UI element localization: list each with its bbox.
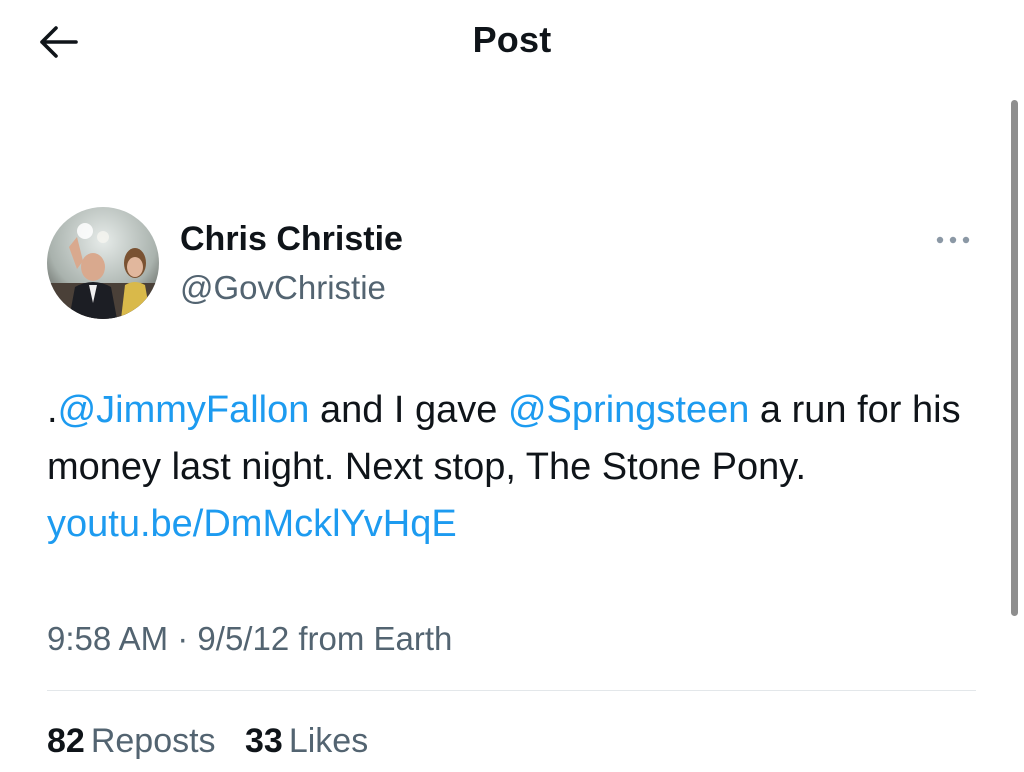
reposts-stat[interactable]: 82 Reposts [47,719,216,763]
author-handle[interactable]: @GovChristie [180,268,386,308]
tweet-source: from Earth [298,620,453,657]
likes-count: 33 [245,722,283,760]
tweet-text-segment: and I gave [309,389,508,431]
reposts-count: 82 [47,722,85,760]
tweet-link[interactable]: youtu.be/DmMcklYvHqE [47,503,457,545]
avatar[interactable] [47,207,159,319]
author-row: Chris Christie @GovChristie [47,207,977,321]
scrollbar[interactable] [1011,100,1018,616]
divider [47,690,976,691]
tweet-date[interactable]: 9/5/12 [197,620,289,657]
mention-jimmyfallon[interactable]: @JimmyFallon [58,389,310,431]
profile-photo-icon [47,207,159,319]
tweet-meta: 9:58 AM · 9/5/12 from Earth [47,617,452,661]
likes-stat[interactable]: 33 Likes [245,719,368,763]
more-options-button[interactable] [931,229,975,251]
engagement-stats: 82 Reposts 33 Likes [47,719,368,763]
tweet-time[interactable]: 9:58 AM [47,620,168,657]
page-title: Post [472,19,552,60]
tweet-text: .@JimmyFallon and I gave @Springsteen a … [47,382,977,553]
likes-label: Likes [288,722,369,760]
top-bar: Post [0,0,1024,84]
meta-separator: · [177,620,189,657]
reposts-label: Reposts [90,722,216,760]
author-name[interactable]: Chris Christie [180,219,403,259]
tweet-text-prefix: . [47,389,58,431]
mention-springsteen[interactable]: @Springsteen [508,389,749,431]
more-options-icon [936,236,970,244]
